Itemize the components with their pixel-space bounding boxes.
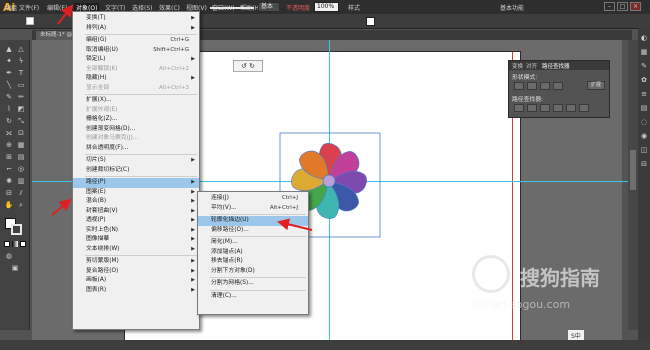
watermark-brand: 搜狗指南 xyxy=(520,266,600,290)
arrow-to-path-item xyxy=(51,198,72,216)
ime-indicator[interactable]: S中 xyxy=(568,330,584,340)
arrow-to-object-menu xyxy=(57,4,74,25)
watermark-url: zhinan.sogou.com xyxy=(470,298,571,311)
arrow-to-outline-stroke xyxy=(277,218,313,231)
sogou-logo-icon xyxy=(472,255,510,293)
